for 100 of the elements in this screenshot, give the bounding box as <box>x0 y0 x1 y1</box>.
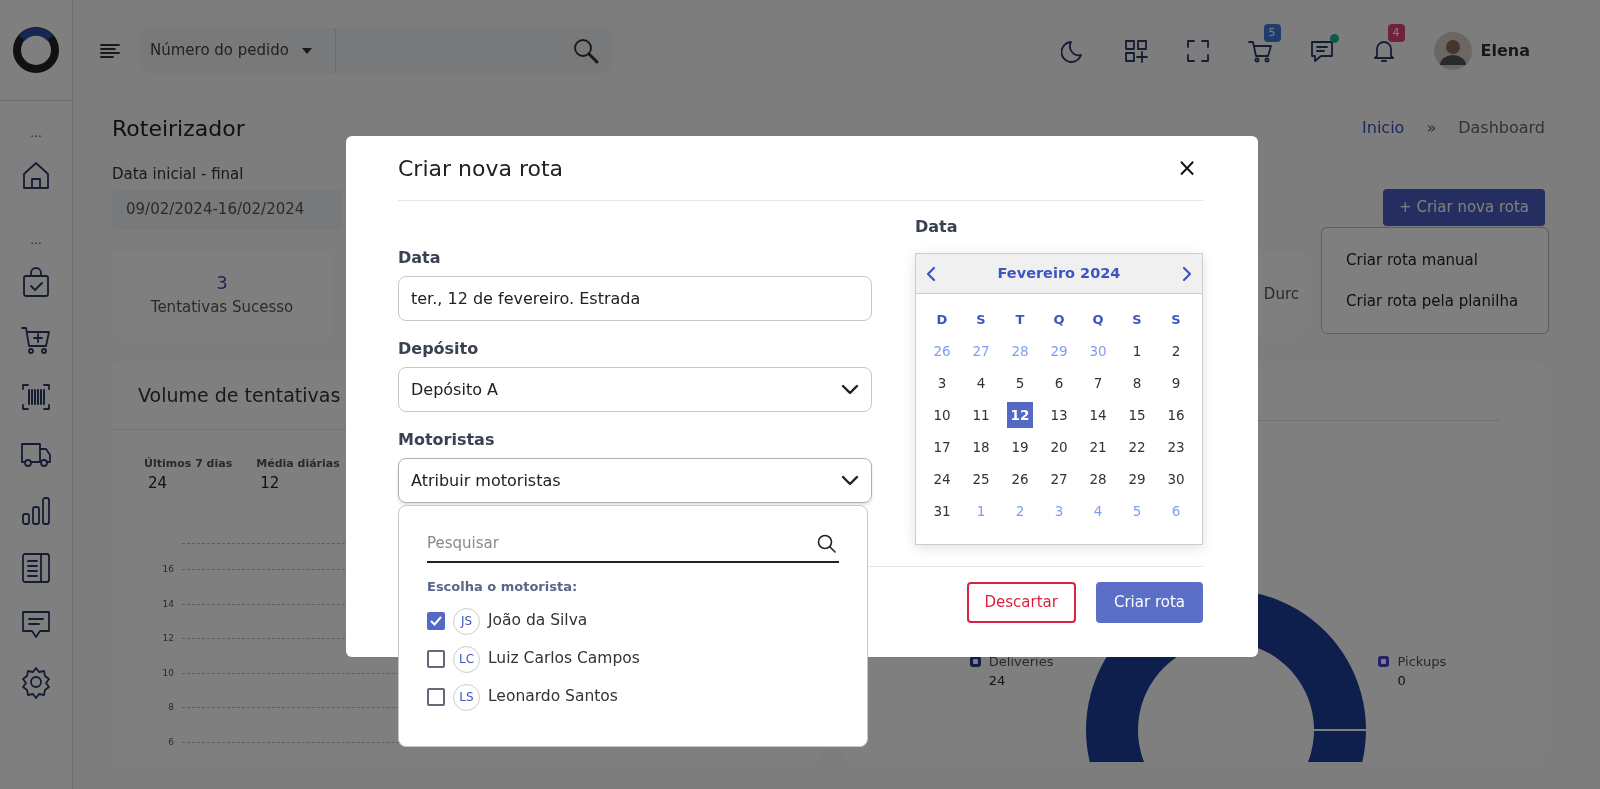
calendar-day[interactable]: 26 <box>1007 466 1033 492</box>
field-label: Depósito <box>398 338 480 360</box>
calendar-day[interactable]: 30 <box>1163 466 1189 492</box>
driver-name[interactable]: Leonardo Santos <box>488 685 618 709</box>
checkbox[interactable] <box>427 612 445 630</box>
field-label: Data <box>915 216 959 238</box>
field-label: Motoristas <box>398 429 496 451</box>
calendar-day[interactable]: 17 <box>929 434 955 460</box>
calendar-day[interactable]: 4 <box>968 370 994 396</box>
caret-icon[interactable] <box>300 46 313 55</box>
calendar-day[interactable]: 3 <box>929 370 955 396</box>
modal-title: Criar nova rota <box>398 154 564 183</box>
logo-ring-icon[interactable] <box>11 25 61 75</box>
calendar-day[interactable]: 2 <box>1163 338 1189 364</box>
calendar-day[interactable]: 25 <box>968 466 994 492</box>
metric-label: Média diárias <box>256 455 340 472</box>
calendar-day[interactable]: 22 <box>1124 434 1150 460</box>
chevron-down-icon[interactable] <box>841 383 859 396</box>
search-icon[interactable] <box>817 534 837 554</box>
field-label: Data <box>398 247 442 269</box>
calendar-day[interactable]: 8 <box>1124 370 1150 396</box>
breadcrumb-link[interactable]: Inicio <box>1362 116 1405 140</box>
close-button[interactable]: × <box>1170 156 1203 180</box>
gear-icon[interactable] <box>19 665 53 699</box>
count-badge: 4 <box>1387 23 1405 42</box>
calendar-day[interactable]: 12 <box>1007 402 1033 428</box>
calendar-day[interactable]: 1 <box>1124 338 1150 364</box>
axis-label: 10 <box>161 666 175 680</box>
weekday-label: S <box>1131 311 1143 329</box>
calendar-day[interactable]: 29 <box>1124 466 1150 492</box>
search-field[interactable]: Pesquisar <box>427 528 839 563</box>
calendar-day[interactable]: 9 <box>1163 370 1189 396</box>
weekday-label: T <box>1014 311 1026 329</box>
calendar-day[interactable]: 23 <box>1163 434 1189 460</box>
select-field[interactable]: Atribuir motoristas <box>398 458 872 503</box>
apps-plus-icon[interactable] <box>1122 37 1149 64</box>
checkbox[interactable] <box>427 650 445 668</box>
chevron-down-icon[interactable] <box>841 474 859 487</box>
legend-label: Deliveries <box>988 652 1054 671</box>
driver-name[interactable]: Luiz Carlos Campos <box>488 647 640 671</box>
legend-value: 24 <box>988 672 1007 690</box>
avatar-icon[interactable] <box>1432 30 1473 71</box>
calendar-month: Fevereiro 2024 <box>997 263 1121 283</box>
menu-item[interactable]: Criar rota pela planilha <box>1322 280 1548 321</box>
calendar-day[interactable]: 11 <box>968 402 994 428</box>
axis-label: 12 <box>161 632 175 645</box>
legend-value: 0 <box>1397 672 1407 690</box>
calendar-day[interactable]: 20 <box>1046 434 1072 460</box>
calendar-day[interactable]: 5 <box>1007 370 1033 396</box>
field-label: Data inicial - final <box>112 164 245 185</box>
date-field[interactable]: ter., 12 de fevereiro. Estrada <box>398 276 872 321</box>
create-button[interactable]: Criar rota <box>1095 582 1203 623</box>
user-name[interactable]: Elena <box>1480 38 1530 63</box>
breadcrumb-current: Dashboard <box>1458 117 1545 139</box>
breadcrumb-separator: » <box>1426 117 1437 139</box>
legend-marker <box>1378 655 1390 667</box>
count-badge: 5 <box>1263 23 1281 42</box>
calendar-day[interactable]: 31 <box>929 498 955 524</box>
weekday-label: D <box>935 311 949 329</box>
weekday-label: Q <box>1091 311 1105 329</box>
section-heading: Escolha o motorista: <box>427 577 579 596</box>
stat-label: Durc <box>1263 283 1299 305</box>
calendar-day[interactable]: 14 <box>1085 402 1111 428</box>
section-mark: ... <box>30 127 42 139</box>
calendar-day[interactable]: 7 <box>1085 370 1111 396</box>
page-title: Roteirizador <box>112 114 245 143</box>
calendar-day[interactable]: 15 <box>1124 402 1150 428</box>
legend-label: Pickups <box>1397 652 1447 671</box>
calendar-day[interactable]: 19 <box>1007 434 1033 460</box>
calendar-day[interactable]: 13 <box>1046 402 1072 428</box>
bar-chart-icon[interactable] <box>19 494 53 528</box>
order-search-field[interactable]: Número do pedido <box>140 28 612 73</box>
weekday-label: S <box>1170 311 1182 329</box>
metric-value: 12 <box>259 473 281 494</box>
document-icon[interactable] <box>19 551 53 585</box>
fullscreen-icon[interactable] <box>1184 37 1211 64</box>
weekday-label: S <box>975 311 987 329</box>
menu-item[interactable]: Criar rota manual <box>1322 240 1548 281</box>
driver-name[interactable]: João da Silva <box>488 609 588 633</box>
stat-value: 3 <box>216 271 228 296</box>
calendar-day[interactable]: 16 <box>1163 402 1189 428</box>
metric-label: Últimos 7 dias <box>144 455 233 472</box>
calendar-day[interactable]: 27 <box>1046 466 1072 492</box>
search-filter-label[interactable]: Número do pedido <box>150 39 289 62</box>
weekday-label: Q <box>1052 311 1066 329</box>
calendar-day[interactable]: 6 <box>1046 370 1072 396</box>
calendar-day[interactable]: 28 <box>1085 466 1111 492</box>
axis-label: 8 <box>167 701 175 714</box>
section-mark: ... <box>30 234 42 246</box>
chevron-right-icon[interactable] <box>1180 265 1194 282</box>
calendar-day[interactable]: 10 <box>929 402 955 428</box>
checkbox[interactable] <box>427 688 445 706</box>
select-field[interactable]: Depósito A <box>398 367 872 412</box>
calendar-day[interactable]: 18 <box>968 434 994 460</box>
discard-button[interactable]: Descartar <box>966 582 1076 623</box>
axis-label: 6 <box>167 735 175 749</box>
chevron-left-icon[interactable] <box>924 265 938 282</box>
calendar-day[interactable]: 21 <box>1085 434 1111 460</box>
stat-label: Tentativas Sucesso <box>150 297 294 319</box>
calendar-day[interactable]: 24 <box>929 466 955 492</box>
